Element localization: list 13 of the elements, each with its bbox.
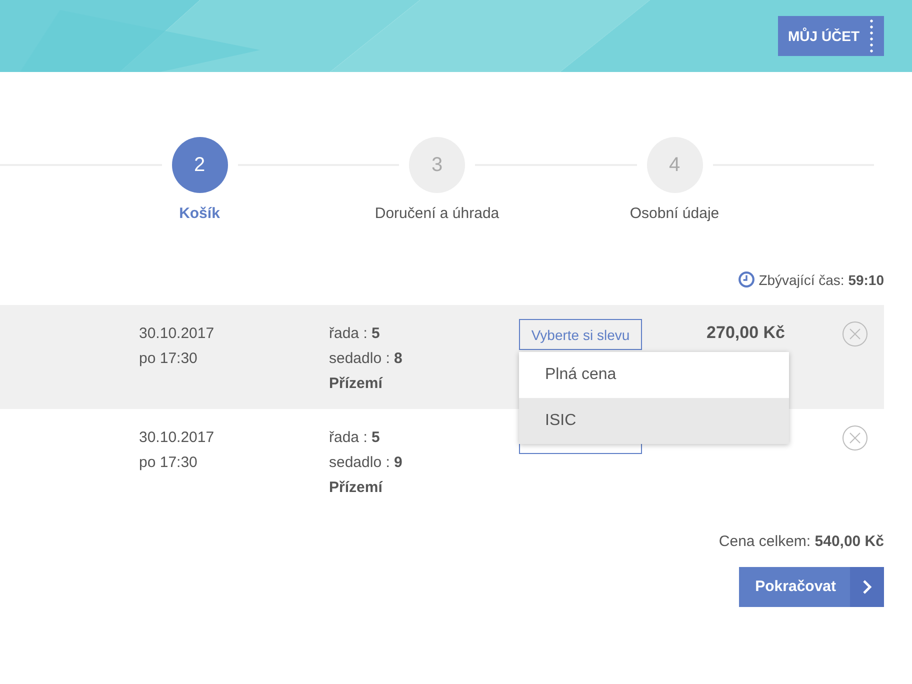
date-text: 30.10.2017 [139, 324, 216, 344]
total-price: Cena celkem: 540,00 Kč [718, 533, 884, 550]
section-text: Přízemí [329, 374, 384, 394]
time-text: po 17:30 [139, 349, 198, 369]
seat-text: sedadlo : 8 [329, 349, 404, 369]
row-text: řada : 5 [329, 428, 381, 448]
section-text: Přízemí [329, 478, 384, 498]
row-text: řada : 5 [329, 324, 381, 344]
seat-text: sedadlo : 9 [329, 453, 404, 473]
time-text: po 17:30 [139, 453, 198, 473]
date-text: 30.10.2017 [139, 428, 216, 448]
timer-text: Zbývající čas: 59:10 [758, 272, 884, 288]
price-text: 270,00 Kč [706, 323, 785, 343]
